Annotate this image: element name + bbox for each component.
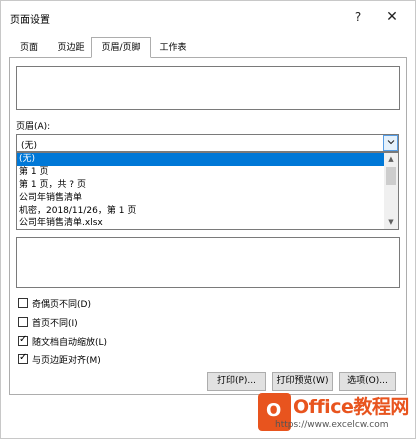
tab-margins[interactable]: 页边距 bbox=[50, 39, 92, 57]
checkbox-label: 随文档自动缩放(L) bbox=[32, 338, 108, 348]
print-preview-button[interactable]: 打印预览(W) bbox=[272, 372, 333, 391]
footer-preview bbox=[16, 237, 400, 288]
checkbox-scale-with-doc-box[interactable] bbox=[18, 334, 28, 346]
close-button[interactable]: ✕ bbox=[383, 8, 401, 26]
list-item[interactable]: (无) bbox=[17, 153, 385, 166]
list-item[interactable]: 公司年销售清单 bbox=[17, 192, 385, 205]
list-scrollbar[interactable]: ▲ ▼ bbox=[384, 153, 398, 229]
checkbox-label: 首页不同(I) bbox=[32, 319, 78, 329]
header-options-list[interactable]: (无) 第 1 页 第 1 页，共 ? 页 公司年销售清单 机密，2018/11… bbox=[16, 152, 399, 230]
title-bar: 页面设置 ? ✕ bbox=[1, 1, 415, 31]
list-item[interactable]: 第 1 页 bbox=[17, 166, 385, 179]
list-item[interactable]: 第 1 页，共 ? 页 bbox=[17, 179, 385, 192]
header-preview bbox=[16, 66, 400, 110]
checkbox-odd-even-box[interactable] bbox=[18, 298, 28, 308]
header-label: 页眉(A): bbox=[16, 122, 51, 132]
logo-letter: O bbox=[266, 400, 282, 421]
print-button[interactable]: 打印(P)... bbox=[207, 372, 266, 391]
chevron-down-icon bbox=[387, 138, 395, 148]
checkbox-first-page-box[interactable] bbox=[18, 317, 28, 327]
page-setup-dialog: 页面设置 ? ✕ 页面 页边距 页眉/页脚 工作表 页眉(A): (无) (无)… bbox=[0, 0, 416, 439]
list-item[interactable]: 公司年销售清单.xlsx bbox=[17, 217, 385, 229]
header-dropdown-value: (无) bbox=[21, 141, 38, 151]
help-button[interactable]: ? bbox=[349, 8, 367, 26]
tab-page[interactable]: 页面 bbox=[9, 39, 49, 57]
tab-sheet[interactable]: 工作表 bbox=[151, 39, 195, 57]
checkbox-label: 奇偶页不同(D) bbox=[32, 300, 91, 310]
checkbox-align-margins-box[interactable] bbox=[18, 352, 28, 364]
scroll-down-icon[interactable]: ▼ bbox=[384, 216, 398, 229]
options-button[interactable]: 选项(O)... bbox=[339, 372, 396, 391]
checkbox-label: 与页边距对齐(M) bbox=[32, 356, 101, 366]
dropdown-button[interactable] bbox=[383, 135, 398, 151]
tab-header-footer[interactable]: 页眉/页脚 bbox=[91, 37, 151, 58]
watermark-text: Office教程网 bbox=[293, 396, 409, 418]
watermark-url: https://www.excelcw.com bbox=[275, 420, 389, 430]
dialog-title: 页面设置 bbox=[10, 15, 50, 26]
scroll-thumb[interactable] bbox=[386, 167, 396, 185]
header-dropdown[interactable]: (无) bbox=[16, 134, 399, 152]
site-watermark: O Office教程网 https://www.excelcw.com bbox=[253, 391, 416, 439]
scroll-up-icon[interactable]: ▲ bbox=[384, 153, 398, 166]
